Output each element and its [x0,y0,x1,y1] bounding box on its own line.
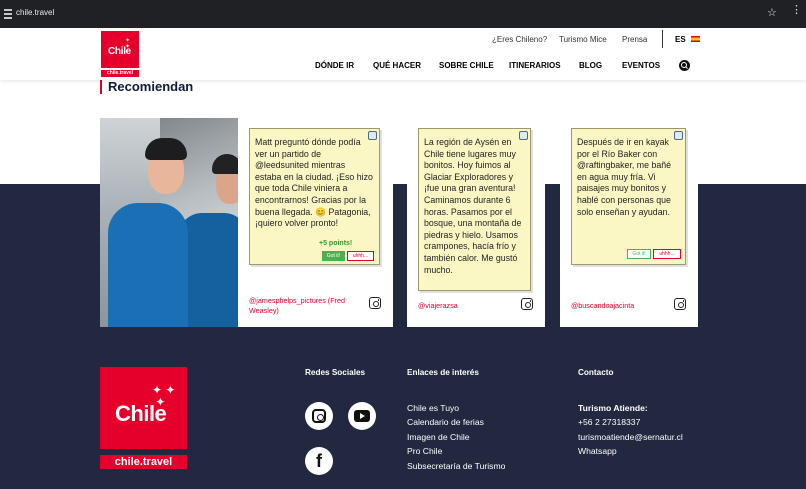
language-selector[interactable]: ES [675,35,686,44]
uhhh-button[interactable]: uhhh... [347,251,374,261]
contact-email[interactable]: turismoatiende@sernatur.cl [578,432,683,442]
instagram-icon[interactable] [369,297,381,309]
instagram-icon[interactable] [305,402,333,430]
site-header: ✦ ✦ Chile chile.travel ¿Eres Chileno? Turi… [0,28,806,80]
contact-subheading: Turismo Atiende: [578,403,648,413]
browser-toolbar: chile.travel ☆ ⋮ [0,0,806,28]
social-heading: Redes Sociales [305,368,366,377]
instagram-handle[interactable]: @jamesphelps_pictures (Fred Weasley) [249,296,369,316]
prensa-link[interactable]: Prensa [622,35,647,44]
section-title: Recomiendan [100,80,193,94]
contact-heading: Contacto [578,368,614,377]
contact-whatsapp[interactable]: Whatsapp [578,446,617,456]
link-subsecretaria[interactable]: Subsecretaría de Turismo [407,461,505,471]
got-it-button[interactable]: Got it! [627,249,651,259]
link-pro-chile[interactable]: Pro Chile [407,446,442,456]
links-heading: Enlaces de interés [407,368,479,377]
instagram-icon[interactable] [521,298,533,310]
site-info-icon[interactable] [4,9,12,19]
bookmark-star-icon[interactable]: ☆ [767,6,777,19]
sticky-note: La región de Aysén en Chile tiene lugare… [418,128,531,291]
nav-blog[interactable]: BLOG [579,61,602,70]
instagram-handle[interactable]: @buscandoajacinta [571,301,634,311]
note-text: La región de Aysén en Chile tiene lugare… [424,137,522,275]
chile-logo[interactable]: ✦ ✦ Chile chile.travel [101,31,139,77]
search-icon[interactable] [679,60,690,71]
logo-tag: chile.travel [101,70,139,77]
logo-word: Chile [108,46,131,57]
note-text: Después de ir en kayak por el Río Baker … [577,137,672,217]
recommend-card-3[interactable]: Después de ir en kayak por el Río Baker … [560,118,698,327]
nav-eventos[interactable]: EVENTOS [622,61,660,70]
uhhh-button[interactable]: uhhh... [653,249,681,259]
recommend-card-1[interactable]: Matt preguntó dónde podía ver un partido… [238,118,393,327]
sticky-note: Matt preguntó dónde podía ver un partido… [249,128,380,265]
footer-chile-logo[interactable]: ✦ ✦ ✦ Chile chile.travel [100,367,187,469]
link-imagen-de-chile[interactable]: Imagen de Chile [407,432,470,442]
sticky-note: Después de ir en kayak por el Río Baker … [571,128,686,265]
nav-que-hacer[interactable]: QUÉ HACER [373,61,421,70]
got-it-button[interactable]: Got it! [322,251,345,261]
eres-chileno-link[interactable]: ¿Eres Chileno? [492,35,547,44]
turismo-mice-link[interactable]: Turismo Mice [559,35,607,44]
nav-donde-ir[interactable]: DÓNDE IR [315,61,354,70]
facebook-icon[interactable]: f [305,447,333,475]
link-chile-es-tuyo[interactable]: Chile es Tuyo [407,403,459,413]
instagram-handle[interactable]: @viajerazsa [418,301,458,311]
browser-menu-icon[interactable]: ⋮ [791,5,802,16]
recommend-card-2[interactable]: La región de Aysén en Chile tiene lugare… [407,118,545,327]
youtube-icon[interactable] [348,402,376,430]
contact-phone[interactable]: +56 2 27318337 [578,417,640,427]
nav-itinerarios[interactable]: ITINERARIOS [509,61,561,70]
header-divider [662,30,663,48]
footer-logo-word: Chile [115,401,167,426]
footer-logo-tag: chile.travel [100,455,187,469]
traveler-photo [100,118,238,327]
points-label: +5 points! [319,240,353,247]
address-bar[interactable]: chile.travel [16,8,54,17]
instagram-icon[interactable] [674,298,686,310]
spain-flag-icon[interactable] [691,36,700,42]
link-calendario-ferias[interactable]: Calendario de ferias [407,417,484,427]
note-text: Matt preguntó dónde podía ver un partido… [255,137,373,229]
nav-sobre-chile[interactable]: SOBRE CHILE [439,61,494,70]
